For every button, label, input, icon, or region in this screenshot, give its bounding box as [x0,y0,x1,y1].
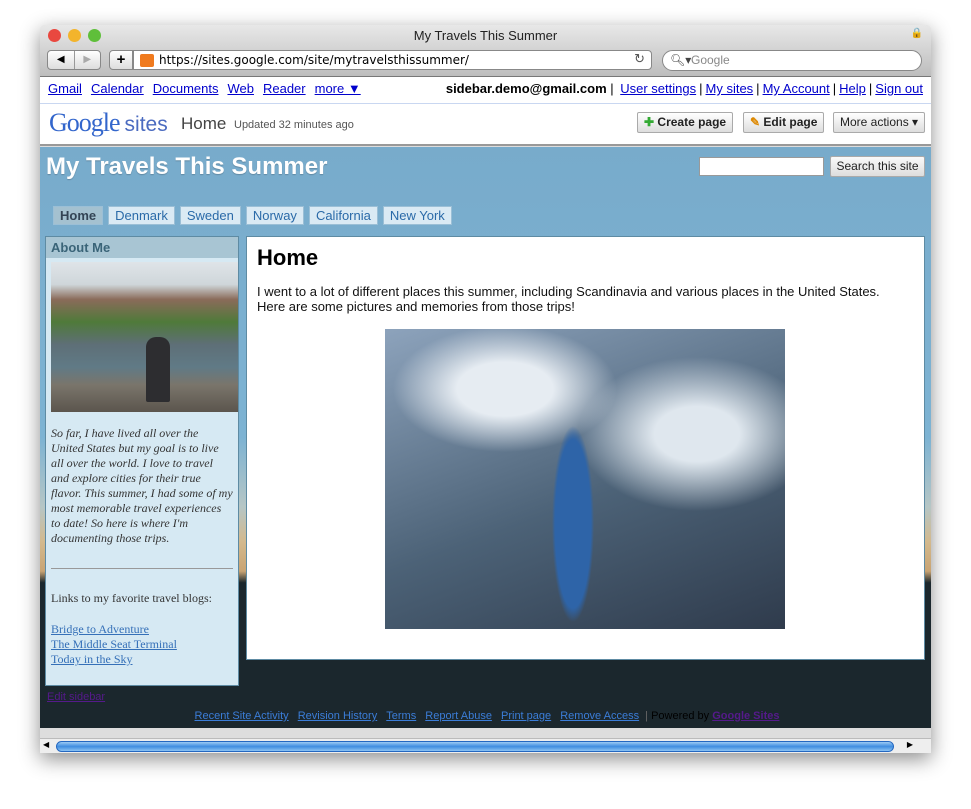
gbar-link-calendar[interactable]: Calendar [91,81,144,96]
tab-norway[interactable]: Norway [245,206,304,225]
forward-button[interactable]: ▶ [73,51,101,69]
gbar-link-gmail[interactable]: Gmail [48,81,82,96]
help-link[interactable]: Help [839,81,866,96]
scroll-right-icon[interactable]: ▶ [907,740,913,749]
print-page-link[interactable]: Print page [501,710,551,722]
updated-text: Updated 32 minutes ago [234,119,354,131]
site-nav-tabs: Home Denmark Sweden Norway California Ne… [53,206,452,225]
create-page-label: Create page [657,115,727,129]
user-settings-link[interactable]: User settings [620,81,696,96]
revision-history-link[interactable]: Revision History [298,710,377,722]
my-account-link[interactable]: My Account [763,81,830,96]
search-site-button[interactable]: Search this site [830,156,925,177]
sidebar: About Me So far, I have lived all over t… [45,236,239,686]
site-footer: Recent Site Activity Revision History Te… [194,710,780,722]
tab-denmark[interactable]: Denmark [108,206,175,225]
sign-out-link[interactable]: Sign out [875,81,923,96]
my-sites-link[interactable]: My sites [706,81,754,96]
tab-home[interactable]: Home [53,206,104,225]
lock-icon: 🔒 [910,28,923,39]
pencil-icon: ✎ [750,115,761,129]
gbar-link-documents[interactable]: Documents [153,81,219,96]
create-page-button[interactable]: ✚ Create page [637,112,734,133]
search-placeholder: Google [691,53,730,67]
window-title: My Travels This Summer [413,28,558,43]
person-figure [146,337,170,402]
gbar-link-reader[interactable]: Reader [263,81,306,96]
google-sites-logo[interactable]: Google sites [49,108,168,138]
site-area: My Travels This Summer Search this site … [40,147,931,728]
logo-sites: sites [124,113,168,136]
links-heading: Links to my favorite travel blogs: [51,591,212,605]
more-actions-button[interactable]: More actions ▾ [833,112,926,133]
gbar-link-web[interactable]: Web [227,81,254,96]
back-forward-buttons: ◀ ▶ [47,50,101,70]
site-search-input[interactable] [699,157,824,176]
current-page-name: Home [181,114,227,133]
page-title: Home [257,245,319,270]
google-bar: Gmail Calendar Documents Web Reader more ▼ si… [40,77,931,104]
add-bookmark-button[interactable]: + [109,50,133,70]
user-email: sidebar.demo@gmail.com [445,81,607,96]
gbar-link-more[interactable]: more ▼ [315,81,361,96]
remove-access-link[interactable]: Remove Access [560,710,639,722]
account-links: sidebar.demo@gmail.com | User settings | M… [445,81,923,96]
aerial-fjord-photo [385,329,785,629]
terms-link[interactable]: Terms [386,710,416,722]
edit-page-label: Edit page [763,115,818,129]
sidebar-heading: About Me [46,237,238,258]
site-favicon-icon [140,54,154,67]
logo-google: Google [49,108,121,137]
horizontal-scrollbar[interactable]: ◀ ▶ [40,738,931,753]
address-bar[interactable]: https://sites.google.com/site/mytravelst… [133,50,652,70]
about-text: So far, I have lived all over the United… [51,426,233,545]
reload-icon[interactable]: ↻ [634,51,645,69]
site-title[interactable]: My Travels This Summer [46,153,327,181]
blog-link[interactable]: Today in the Sky [51,652,233,667]
intro-text: I went to a lot of different places this… [257,284,880,314]
blog-link[interactable]: Bridge to Adventure [51,622,233,637]
browser-window: My Travels This Summer 🔒 ◀ ▶ + https://si… [40,25,931,753]
sites-header: Google sites Home Updated 32 minutes ago … [40,104,931,146]
blog-link[interactable]: The Middle Seat Terminal [51,637,233,652]
url-text: https://sites.google.com/site/mytravelst… [159,53,469,67]
plus-icon: ✚ [644,115,655,129]
edit-sidebar-link[interactable]: Edit sidebar [47,691,105,703]
profile-photo [51,262,238,412]
report-abuse-link[interactable]: Report Abuse [425,710,492,722]
main-content: Home I went to a lot of different places… [246,236,925,660]
scroll-left-icon[interactable]: ◀ [43,740,49,749]
browser-search-field[interactable]: 🔍︎▾ Google [662,50,922,71]
title-bar: My Travels This Summer 🔒 ◀ ▶ + https://si… [40,25,931,77]
back-button[interactable]: ◀ [48,51,74,69]
search-icon: 🔍︎▾ [670,53,692,67]
scrollbar-thumb[interactable] [56,741,894,752]
tab-sweden[interactable]: Sweden [179,206,241,225]
recent-activity-link[interactable]: Recent Site Activity [195,710,289,722]
google-apps-links: Gmail Calendar Documents Web Reader more ▼ [48,81,370,99]
powered-by-text: Powered by [651,710,710,722]
blog-links: Bridge to Adventure The Middle Seat Term… [46,606,238,667]
tab-new-york[interactable]: New York [382,206,452,225]
google-sites-link[interactable]: Google Sites [712,710,779,722]
edit-page-button[interactable]: ✎ Edit page [743,112,825,133]
tab-california[interactable]: California [308,206,378,225]
